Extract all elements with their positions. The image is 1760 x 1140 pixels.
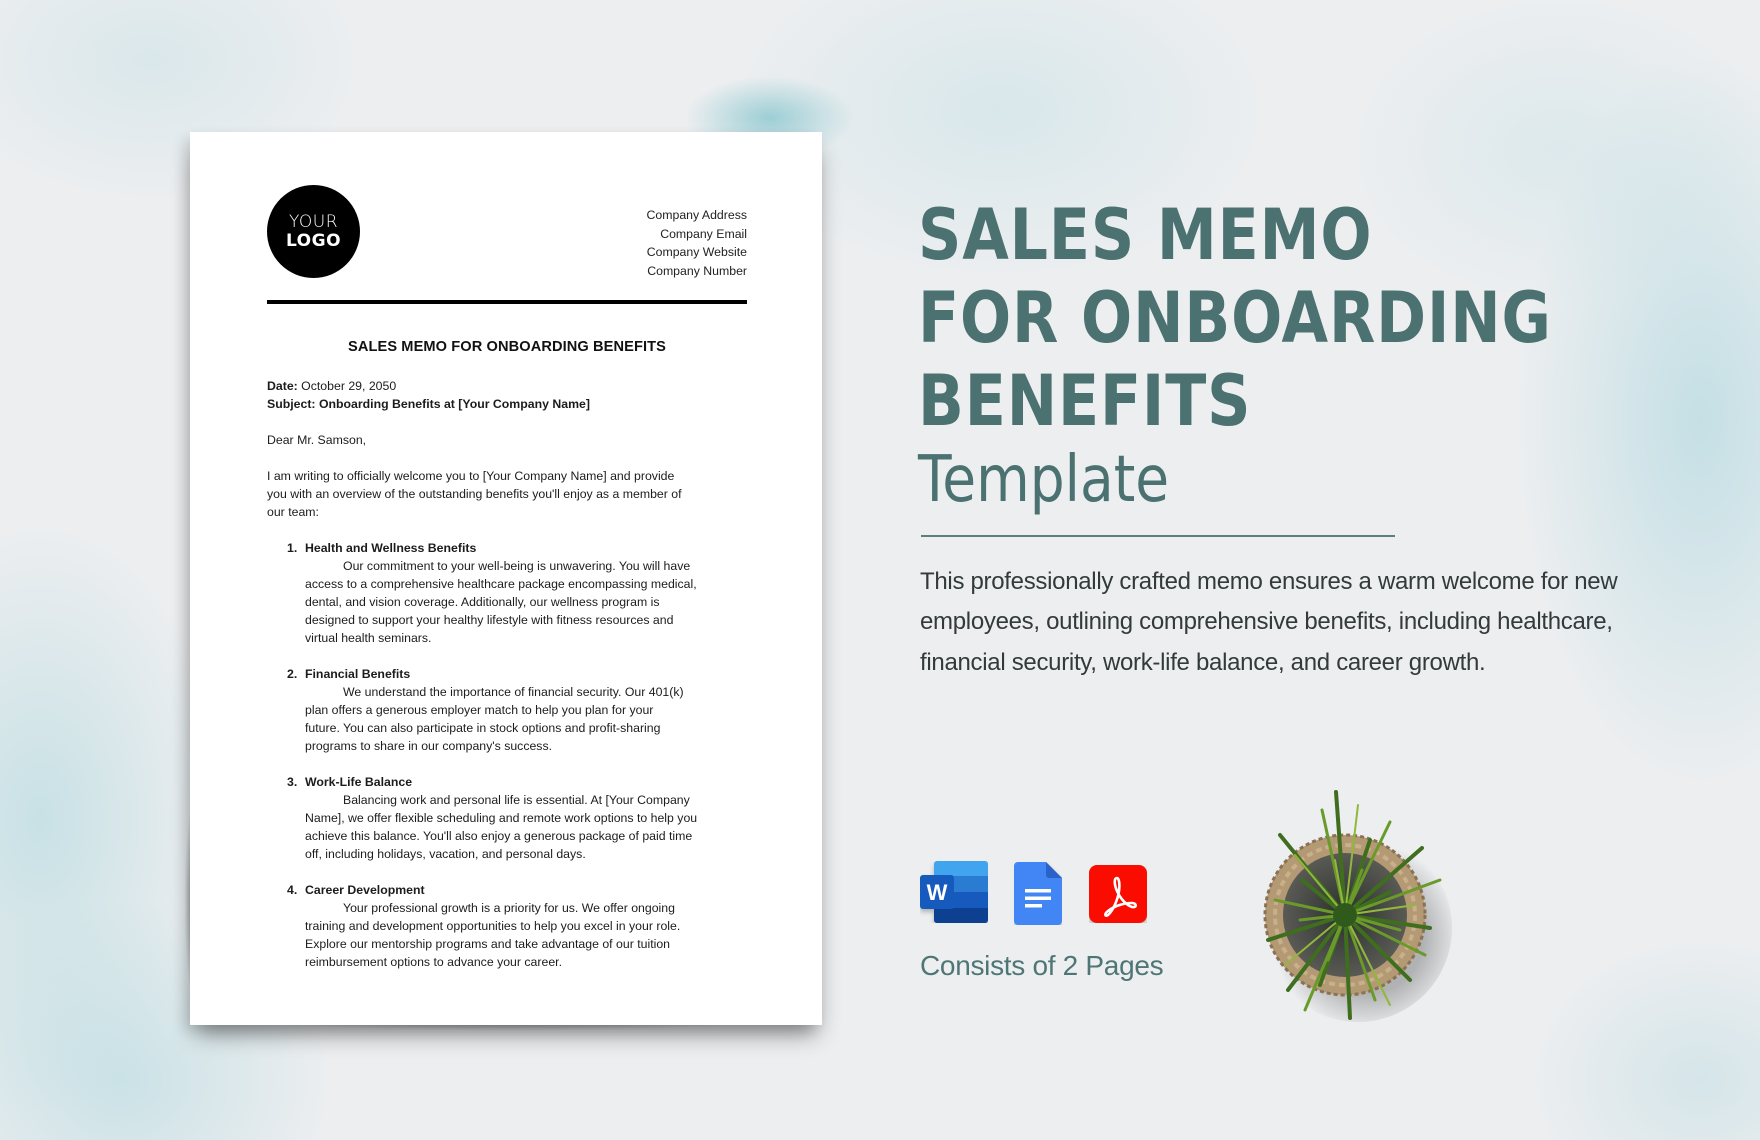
format-icons: W: [918, 858, 1158, 928]
company-email: Company Email: [660, 226, 747, 241]
company-number: Company Number: [647, 264, 747, 279]
benefit-number: 2.: [287, 667, 298, 681]
hero-title-line: BENEFITS: [918, 360, 1252, 442]
subject-line: Subject: Onboarding Benefits at [Your Co…: [267, 395, 752, 413]
salutation: Dear Mr. Samson,: [267, 433, 367, 447]
company-logo-placeholder: YOUR LOGO: [267, 185, 360, 278]
subject-value: Onboarding Benefits at [Your Company Nam…: [318, 397, 590, 411]
benefit-item: 3. Work-Life Balance Balancing work and …: [267, 773, 752, 863]
benefit-item: 4. Career Development Your professional …: [267, 881, 752, 971]
hero-divider: [921, 535, 1395, 537]
header-divider: [267, 300, 747, 304]
benefit-text: Balancing work and personal life is esse…: [305, 793, 698, 861]
benefit-item: 1. Health and Wellness Benefits Our comm…: [267, 539, 752, 647]
google-docs-icon[interactable]: [1014, 862, 1062, 925]
benefit-number: 4.: [287, 883, 298, 897]
logo-line-2: LOGO: [285, 230, 342, 251]
company-website: Company Website: [646, 245, 747, 260]
page-count-label: Consists of 2 Pages: [920, 950, 1164, 981]
hero-title: SALES MEMO FOR ONBOARDING BENEFITS: [918, 194, 1552, 443]
benefit-text: Our commitment to your well-being is unw…: [305, 559, 697, 645]
memo-title: SALES MEMO FOR ONBOARDING BENEFITS: [348, 339, 666, 355]
word-icon[interactable]: W: [920, 861, 988, 923]
date-label: Date:: [267, 379, 298, 393]
date-value: October 29, 2050: [301, 379, 397, 393]
benefit-heading: Career Development: [305, 883, 425, 897]
company-address: Company Address: [646, 208, 747, 222]
date-line: Date: October 29, 2050: [267, 377, 752, 395]
word-glyph: W: [927, 880, 948, 905]
hero-subtitle: Template: [918, 443, 1170, 517]
memo-body: Date: October 29, 2050 Subject: Onboardi…: [267, 377, 752, 989]
benefit-heading: Financial Benefits: [305, 667, 411, 681]
benefit-number: 3.: [287, 775, 298, 789]
subject-label: Subject:: [267, 397, 316, 411]
benefit-text: We understand the importance of financia…: [305, 685, 684, 753]
company-info: Company Address Company Email Company We…: [647, 206, 747, 281]
benefit-text: Your professional growth is a priority f…: [305, 901, 681, 969]
potted-plant-image: [1263, 790, 1452, 1022]
hero-title-line: FOR ONBOARDING: [918, 277, 1552, 359]
benefit-number: 1.: [287, 541, 298, 555]
intro-paragraph: I am writing to officially welcome you t…: [267, 469, 682, 519]
hero-title-line: SALES MEMO: [918, 194, 1373, 276]
benefit-heading: Health and Wellness Benefits: [305, 541, 477, 555]
logo-line-1: YOUR: [288, 211, 339, 232]
document-preview: YOUR LOGO Company Address Company Email …: [190, 132, 822, 1025]
hero-description: This professionally crafted memo ensures…: [920, 568, 1618, 676]
benefit-item: 2. Financial Benefits We understand the …: [267, 665, 752, 755]
pdf-icon[interactable]: [1089, 865, 1147, 923]
benefit-heading: Work-Life Balance: [305, 775, 413, 789]
